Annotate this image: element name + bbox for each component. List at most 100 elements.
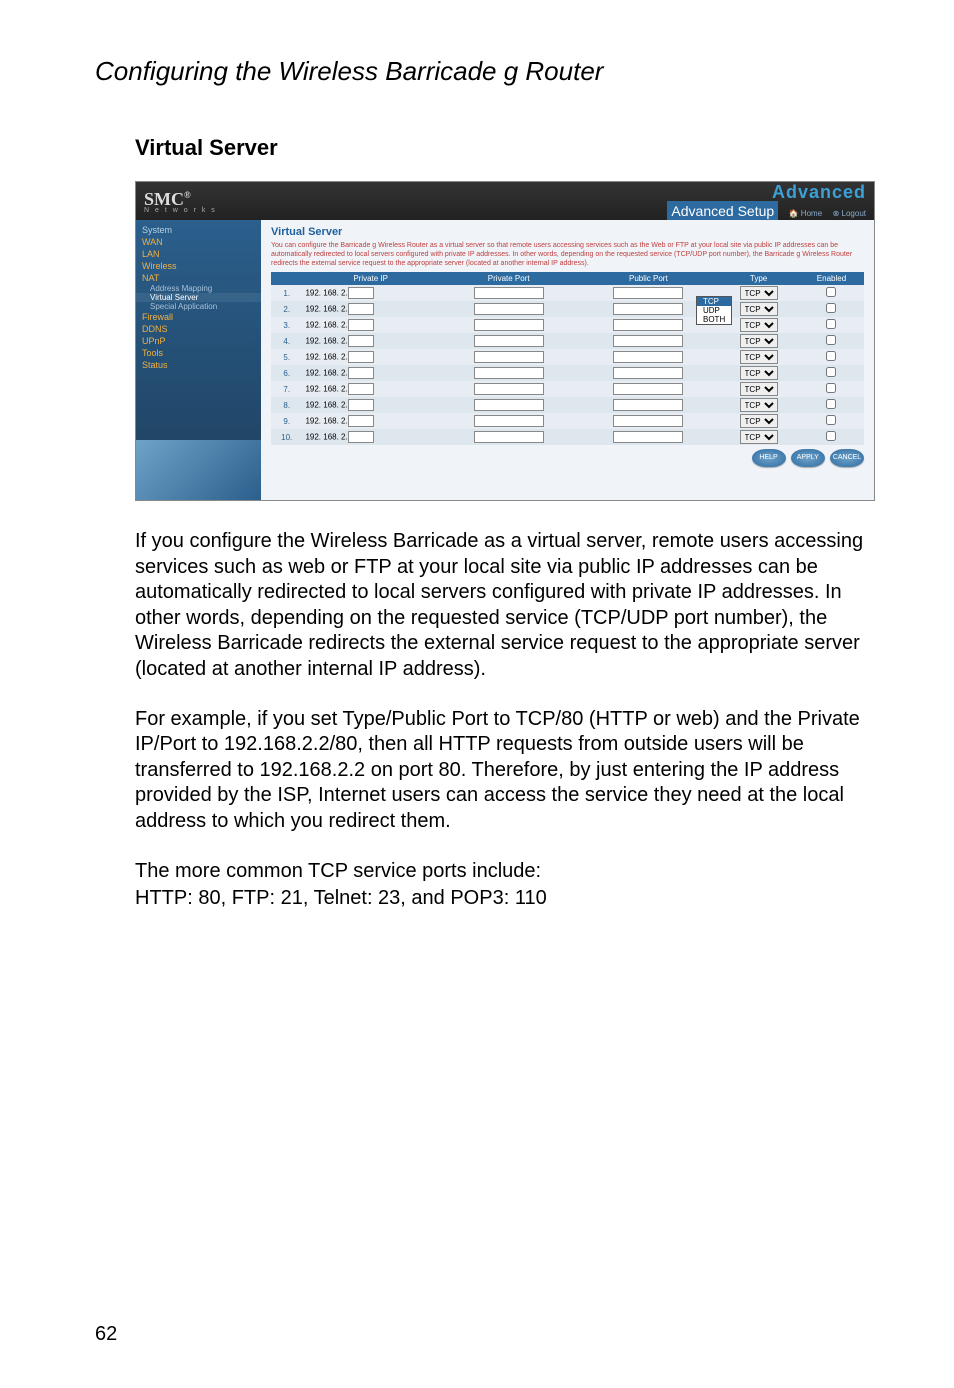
ip-prefix-label: 192. 168. 2. xyxy=(305,433,347,442)
sidebar-item-nat[interactable]: NAT xyxy=(136,272,261,284)
col-private-ip: Private IP xyxy=(302,272,438,285)
type-option-udp[interactable]: UDP xyxy=(697,306,731,315)
col-enabled: Enabled xyxy=(799,272,864,285)
private-ip-input[interactable] xyxy=(348,319,374,331)
sidebar-item-system[interactable]: System xyxy=(136,224,261,236)
ip-prefix-label: 192. 168. 2. xyxy=(305,417,347,426)
ip-prefix-label: 192. 168. 2. xyxy=(305,353,347,362)
virtual-server-table: Private IP Private Port Public Port Type… xyxy=(271,272,864,445)
private-ip-input[interactable] xyxy=(348,335,374,347)
enabled-checkbox[interactable] xyxy=(826,319,836,329)
ip-prefix-label: 192. 168. 2. xyxy=(305,289,347,298)
private-ip-input[interactable] xyxy=(348,351,374,363)
sidebar-item-wan[interactable]: WAN xyxy=(136,236,261,248)
public-port-input[interactable] xyxy=(613,351,683,363)
private-ip-input[interactable] xyxy=(348,367,374,379)
row-index: 5. xyxy=(271,349,302,365)
type-dropdown-open[interactable]: TCP UDP BOTH xyxy=(696,296,732,325)
sidebar-item-firewall[interactable]: Firewall xyxy=(136,311,261,323)
body-paragraph-2: For example, if you set Type/Public Port… xyxy=(135,707,884,835)
private-port-input[interactable] xyxy=(474,287,544,299)
type-option-both[interactable]: BOTH xyxy=(697,315,731,324)
sidebar-item-upnp[interactable]: UPnP xyxy=(136,335,261,347)
sidebar-decorative-image xyxy=(136,440,261,500)
public-port-input[interactable] xyxy=(613,415,683,427)
private-ip-input[interactable] xyxy=(348,415,374,427)
private-port-input[interactable] xyxy=(474,399,544,411)
public-port-input[interactable] xyxy=(613,319,683,331)
sidebar-sub-virtual-server[interactable]: Virtual Server xyxy=(136,293,261,302)
enabled-checkbox[interactable] xyxy=(826,287,836,297)
public-port-input[interactable] xyxy=(613,367,683,379)
type-select[interactable]: TCP xyxy=(740,430,778,444)
body-paragraph-4: HTTP: 80, FTP: 21, Telnet: 23, and POP3:… xyxy=(135,886,884,912)
public-port-input[interactable] xyxy=(613,399,683,411)
smc-logo: SMC® xyxy=(144,189,191,209)
type-select[interactable]: TCP xyxy=(740,382,778,396)
page-number: 62 xyxy=(95,1323,117,1346)
help-button[interactable]: HELP xyxy=(752,449,786,467)
type-select[interactable]: TCP xyxy=(740,318,778,332)
ip-prefix-label: 192. 168. 2. xyxy=(305,337,347,346)
private-ip-input[interactable] xyxy=(348,287,374,299)
enabled-checkbox[interactable] xyxy=(826,367,836,377)
private-port-input[interactable] xyxy=(474,335,544,347)
public-port-input[interactable] xyxy=(613,287,683,299)
private-port-input[interactable] xyxy=(474,303,544,315)
sidebar-item-status[interactable]: Status xyxy=(136,359,261,371)
logout-link[interactable]: ⊗ Logout xyxy=(833,209,866,218)
private-port-input[interactable] xyxy=(474,367,544,379)
enabled-checkbox[interactable] xyxy=(826,303,836,313)
ip-prefix-label: 192. 168. 2. xyxy=(305,321,347,330)
sidebar-item-wireless[interactable]: Wireless xyxy=(136,260,261,272)
row-index: 8. xyxy=(271,397,302,413)
private-port-input[interactable] xyxy=(474,351,544,363)
type-select[interactable]: TCP xyxy=(740,302,778,316)
type-select[interactable]: TCP xyxy=(740,366,778,380)
private-ip-input[interactable] xyxy=(348,383,374,395)
type-select[interactable]: TCP xyxy=(740,414,778,428)
private-ip-input[interactable] xyxy=(348,431,374,443)
sidebar-item-lan[interactable]: LAN xyxy=(136,248,261,260)
private-port-input[interactable] xyxy=(474,383,544,395)
private-port-input[interactable] xyxy=(474,415,544,427)
cancel-button[interactable]: CANCEL xyxy=(830,449,864,467)
advanced-setup-label: Advanced Setup xyxy=(667,201,778,221)
private-port-input[interactable] xyxy=(474,319,544,331)
home-link[interactable]: 🏠 Home xyxy=(789,209,823,218)
row-index: 7. xyxy=(271,381,302,397)
enabled-checkbox[interactable] xyxy=(826,431,836,441)
type-select[interactable]: TCP xyxy=(740,286,778,300)
table-row: 2.192. 168. 2. TCP xyxy=(271,301,864,317)
apply-button[interactable]: APPLY xyxy=(791,449,825,467)
enabled-checkbox[interactable] xyxy=(826,335,836,345)
type-select[interactable]: TCP xyxy=(740,334,778,348)
table-row: 7.192. 168. 2. TCP xyxy=(271,381,864,397)
public-port-input[interactable] xyxy=(613,431,683,443)
public-port-input[interactable] xyxy=(613,383,683,395)
row-index: 6. xyxy=(271,365,302,381)
private-ip-input[interactable] xyxy=(348,303,374,315)
table-row: 5.192. 168. 2. TCP xyxy=(271,349,864,365)
type-option-tcp[interactable]: TCP xyxy=(697,297,731,306)
private-port-input[interactable] xyxy=(474,431,544,443)
sidebar-sub-address-mapping[interactable]: Address Mapping xyxy=(136,284,261,293)
sidebar-item-tools[interactable]: Tools xyxy=(136,347,261,359)
type-select[interactable]: TCP xyxy=(740,350,778,364)
col-index xyxy=(271,272,302,285)
sidebar-sub-special-application[interactable]: Special Application xyxy=(136,302,261,311)
type-select[interactable]: TCP xyxy=(740,398,778,412)
ip-prefix-label: 192. 168. 2. xyxy=(305,305,347,314)
col-private-port: Private Port xyxy=(439,272,579,285)
private-ip-input[interactable] xyxy=(348,399,374,411)
enabled-checkbox[interactable] xyxy=(826,383,836,393)
sidebar-item-ddns[interactable]: DDNS xyxy=(136,323,261,335)
enabled-checkbox[interactable] xyxy=(826,415,836,425)
ip-prefix-label: 192. 168. 2. xyxy=(305,385,347,394)
public-port-input[interactable] xyxy=(613,335,683,347)
table-row: 8.192. 168. 2.TCP xyxy=(271,397,864,413)
enabled-checkbox[interactable] xyxy=(826,351,836,361)
enabled-checkbox[interactable] xyxy=(826,399,836,409)
row-index: 2. xyxy=(271,301,302,317)
public-port-input[interactable] xyxy=(613,303,683,315)
